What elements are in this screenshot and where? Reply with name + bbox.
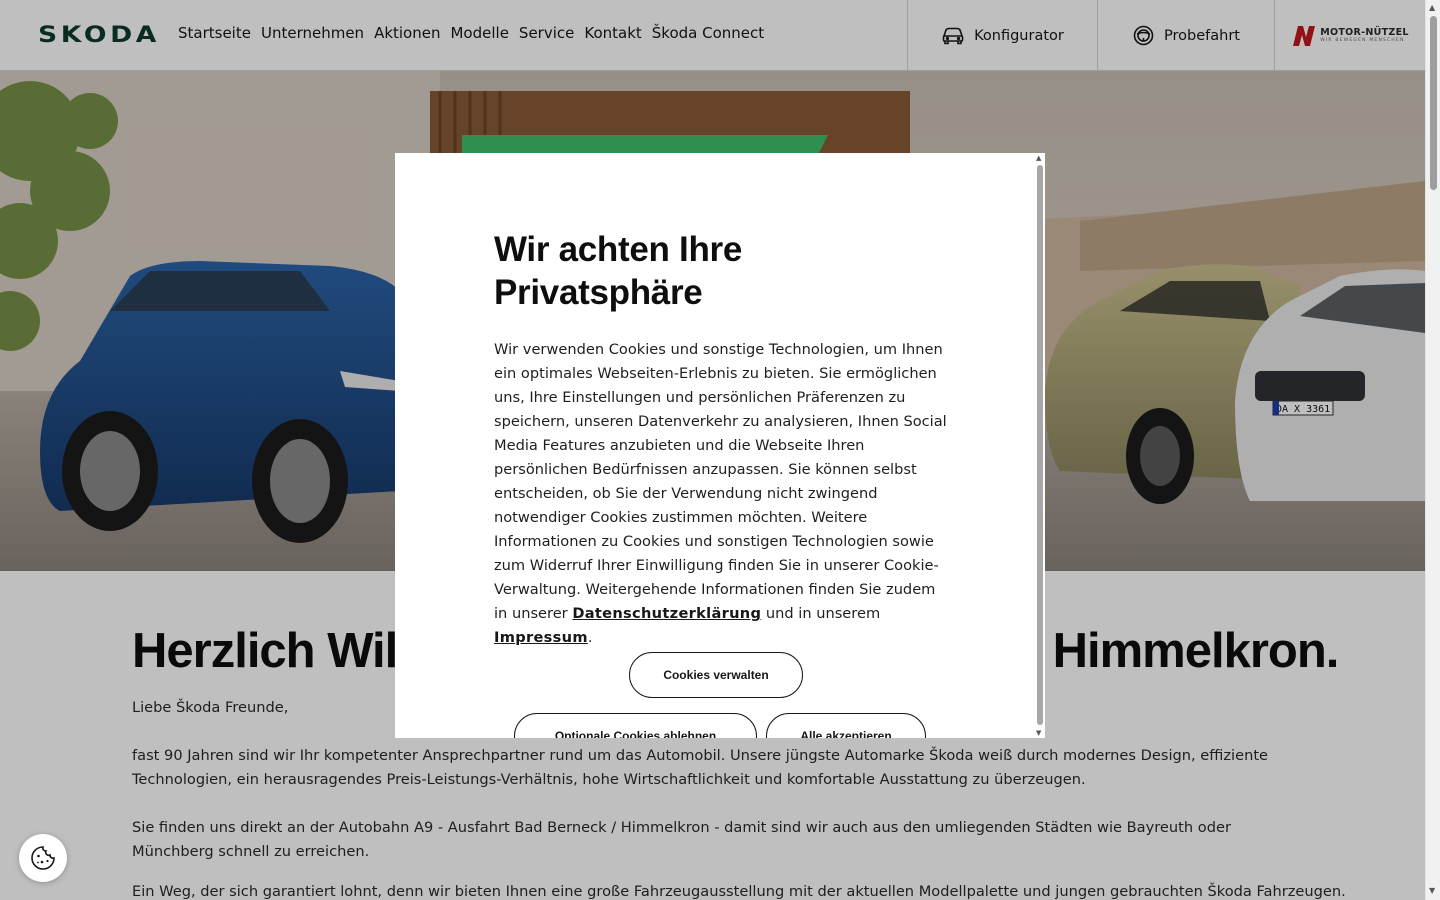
cookie-dialog-body: Wir verwenden Cookies und sonstige Techn…: [494, 338, 949, 650]
cookie-body-end: .: [587, 629, 593, 646]
dialog-scrollbar[interactable]: ▲ ▼: [1035, 153, 1045, 738]
page-scrollbar[interactable]: ▲ ▼: [1425, 0, 1440, 900]
privacy-policy-link[interactable]: Datenschutzerklärung: [572, 605, 761, 622]
cookie-body-connector: und in unserem: [765, 605, 881, 622]
page-scroll-thumb[interactable]: [1430, 16, 1437, 190]
accept-all-cookies-button[interactable]: Alle akzeptieren: [766, 713, 926, 738]
manage-cookies-button[interactable]: Cookies verwalten: [629, 652, 803, 698]
page-scroll-down-icon[interactable]: ▼: [1429, 886, 1435, 896]
dialog-scroll-down-icon[interactable]: ▼: [1036, 729, 1041, 737]
imprint-link[interactable]: Impressum: [494, 629, 588, 646]
cookie-dialog-title: Wir achten Ihre Privatsphäre: [494, 230, 743, 312]
cookie-icon: [31, 846, 55, 870]
cookie-settings-button[interactable]: [19, 834, 67, 882]
cookie-body-text: Wir verwenden Cookies und sonstige Techn…: [494, 341, 947, 622]
dialog-scroll-thumb[interactable]: [1037, 165, 1043, 725]
page-scroll-up-icon[interactable]: ▲: [1429, 3, 1435, 13]
cookie-consent-dialog: Wir achten Ihre Privatsphäre Wir verwend…: [395, 153, 1045, 738]
dialog-scroll-up-icon[interactable]: ▲: [1036, 154, 1041, 162]
reject-optional-cookies-button[interactable]: Optionale Cookies ablehnen: [514, 713, 757, 738]
